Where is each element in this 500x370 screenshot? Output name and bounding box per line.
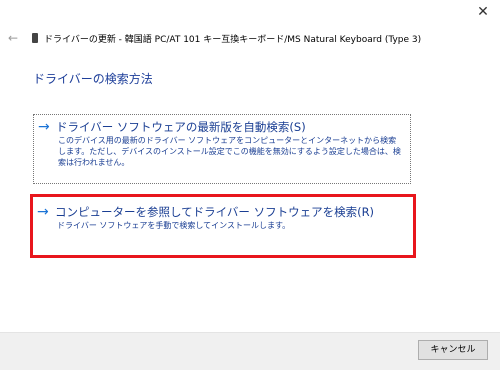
- window-title: ドライバーの更新 - 韓国語 PC/AT 101 キー互換キーボード/MS Na…: [44, 34, 422, 45]
- footer-bar: キャンセル: [0, 332, 500, 370]
- close-icon: ✕: [477, 4, 489, 20]
- window-header: ← ドライバーの更新 - 韓国語 PC/AT 101 キー互換キーボード/MS …: [8, 30, 470, 46]
- back-arrow-icon[interactable]: ←: [8, 30, 22, 46]
- highlight-box: [30, 194, 416, 258]
- arrow-right-icon: →: [38, 119, 50, 135]
- option-auto-search-title: ドライバー ソフトウェアの最新版を自動検索(S): [56, 120, 306, 134]
- keyboard-device-icon: [32, 33, 38, 43]
- option-auto-search[interactable]: → ドライバー ソフトウェアの最新版を自動検索(S) このデバイス用の最新のドラ…: [33, 114, 411, 184]
- option-auto-search-description: このデバイス用の最新のドライバー ソフトウェアをコンピューターとインターネットか…: [58, 136, 401, 167]
- close-button[interactable]: ✕: [472, 2, 494, 22]
- page-title: ドライバーの検索方法: [33, 72, 153, 86]
- cancel-button[interactable]: キャンセル: [418, 340, 488, 360]
